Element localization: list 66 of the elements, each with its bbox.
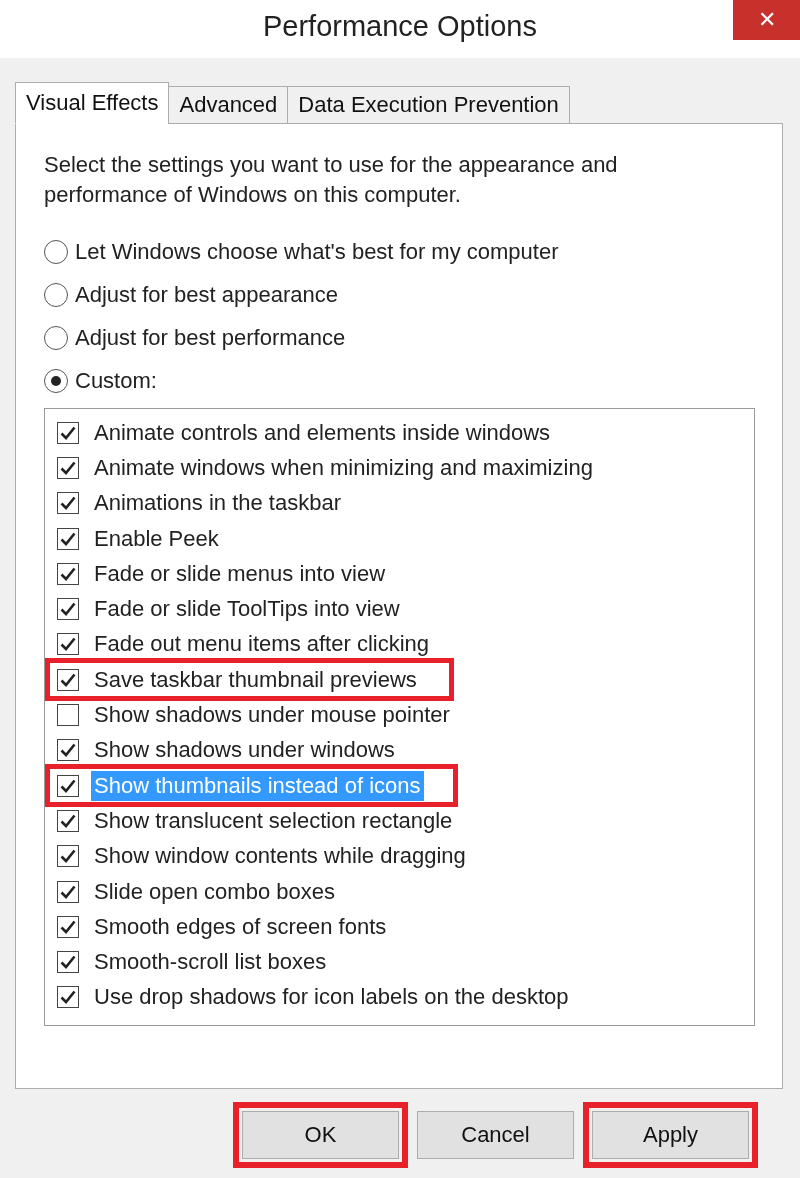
effect-label[interactable]: Animate controls and elements inside windows <box>91 417 554 448</box>
radio-button[interactable] <box>44 283 68 307</box>
checkmark-icon <box>60 496 76 511</box>
checkbox[interactable] <box>57 986 79 1009</box>
effect-label[interactable]: Fade or slide ToolTips into view <box>91 594 403 625</box>
checkbox[interactable] <box>57 739 79 762</box>
tab[interactable]: Advanced <box>168 86 289 124</box>
checkbox[interactable] <box>57 527 79 550</box>
checkmark-icon <box>60 955 76 970</box>
checkmark-icon <box>60 884 76 899</box>
effect-label[interactable]: Fade out menu items after clicking <box>91 629 433 660</box>
effect-label[interactable]: Fade or slide menus into view <box>91 558 389 589</box>
checkmark-icon <box>60 637 76 652</box>
effect-label[interactable]: Animations in the taskbar <box>91 488 345 519</box>
checkmark-icon <box>60 460 76 475</box>
dialog-button[interactable]: Apply <box>592 1111 749 1159</box>
checkmark-icon <box>60 672 76 687</box>
checkmark-icon <box>60 602 76 617</box>
checkmark-icon <box>60 849 76 864</box>
radio-label: Adjust for best performance <box>75 325 346 351</box>
checkmark-icon <box>60 778 76 793</box>
window-title: Performance Options <box>262 9 538 43</box>
checkmark-icon <box>60 990 76 1005</box>
checkbox[interactable] <box>57 809 79 832</box>
checkbox[interactable] <box>57 951 79 974</box>
effect-label[interactable]: Show window contents while dragging <box>91 841 469 872</box>
effect-label[interactable]: Animate windows when minimizing and maximizing <box>91 452 596 483</box>
checkmark-icon <box>60 425 76 440</box>
dialog-button[interactable]: Cancel <box>417 1111 574 1159</box>
checkbox[interactable] <box>57 562 79 585</box>
close-button[interactable]: ✕ <box>733 0 800 40</box>
checkbox[interactable] <box>57 880 79 903</box>
checkbox[interactable] <box>57 421 79 444</box>
checkbox[interactable] <box>57 598 79 621</box>
checkmark-icon <box>60 531 76 546</box>
radio-label: Custom: <box>75 368 157 394</box>
checkbox[interactable] <box>57 845 79 868</box>
effect-label[interactable]: Enable Peek <box>91 523 222 554</box>
effect-label[interactable]: Smooth-scroll list boxes <box>91 947 330 978</box>
checkmark-icon <box>60 566 76 581</box>
checkbox[interactable] <box>57 668 79 691</box>
checkmark-icon <box>60 919 76 934</box>
effect-label[interactable]: Smooth edges of screen fonts <box>91 911 390 942</box>
description-text: Select the settings you want to use for the appearance and performance of Windows on this computer. <box>44 151 619 209</box>
checkbox[interactable] <box>57 774 79 797</box>
radio-label: Adjust for best appearance <box>75 282 338 308</box>
checkbox[interactable] <box>57 704 79 726</box>
tab[interactable]: Visual Effects <box>15 82 170 124</box>
checkbox[interactable] <box>57 915 79 938</box>
checkbox[interactable] <box>57 633 79 656</box>
effect-label[interactable]: Show shadows under windows <box>91 735 398 766</box>
effect-label[interactable]: Save taskbar thumbnail previews <box>91 664 420 695</box>
radio-button[interactable] <box>44 326 68 350</box>
radio-button[interactable] <box>44 369 68 393</box>
checkmark-icon <box>60 743 76 758</box>
checkbox[interactable] <box>57 492 79 515</box>
effect-label[interactable]: Use drop shadows for icon labels on the desktop <box>91 982 572 1013</box>
effect-label[interactable]: Show translucent selection rectangle <box>91 805 456 836</box>
checkmark-icon <box>60 813 76 828</box>
radio-button[interactable] <box>44 240 68 264</box>
effect-label[interactable]: Slide open combo boxes <box>91 876 338 907</box>
dialog-button[interactable]: OK <box>242 1111 399 1159</box>
radio-label: Let Windows choose what's best for my computer <box>75 239 559 265</box>
effect-label[interactable]: Show shadows under mouse pointer <box>91 700 453 730</box>
tab[interactable]: Data Execution Prevention <box>287 86 570 124</box>
checkbox[interactable] <box>57 456 79 479</box>
